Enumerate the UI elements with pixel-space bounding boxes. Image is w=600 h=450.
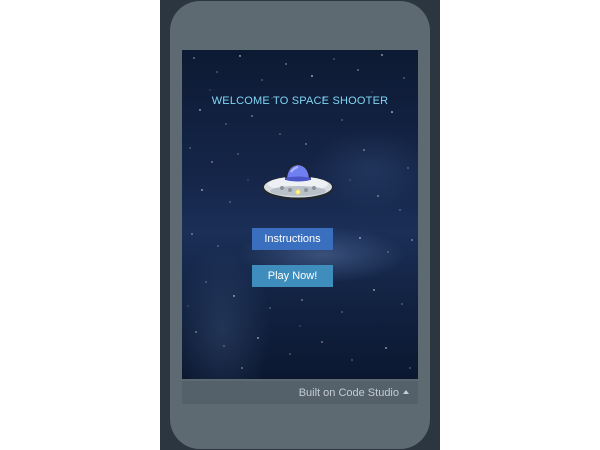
ufo-icon [262, 163, 334, 200]
device-frame: WELCOME TO SPACE SHOOTER Instructions Pl… [160, 0, 440, 450]
welcome-title: WELCOME TO SPACE SHOOTER [211, 95, 389, 107]
game-screen[interactable]: WELCOME TO SPACE SHOOTER Instructions Pl… [182, 50, 418, 379]
instructions-button[interactable]: Instructions [252, 228, 333, 250]
built-on-code-studio-toggle[interactable]: Built on Code Studio [182, 381, 418, 404]
caret-up-icon [403, 389, 409, 394]
page: WELCOME TO SPACE SHOOTER Instructions Pl… [0, 0, 600, 450]
built-on-label: Built on Code Studio [298, 386, 399, 399]
play-now-button[interactable]: Play Now! [252, 265, 333, 287]
